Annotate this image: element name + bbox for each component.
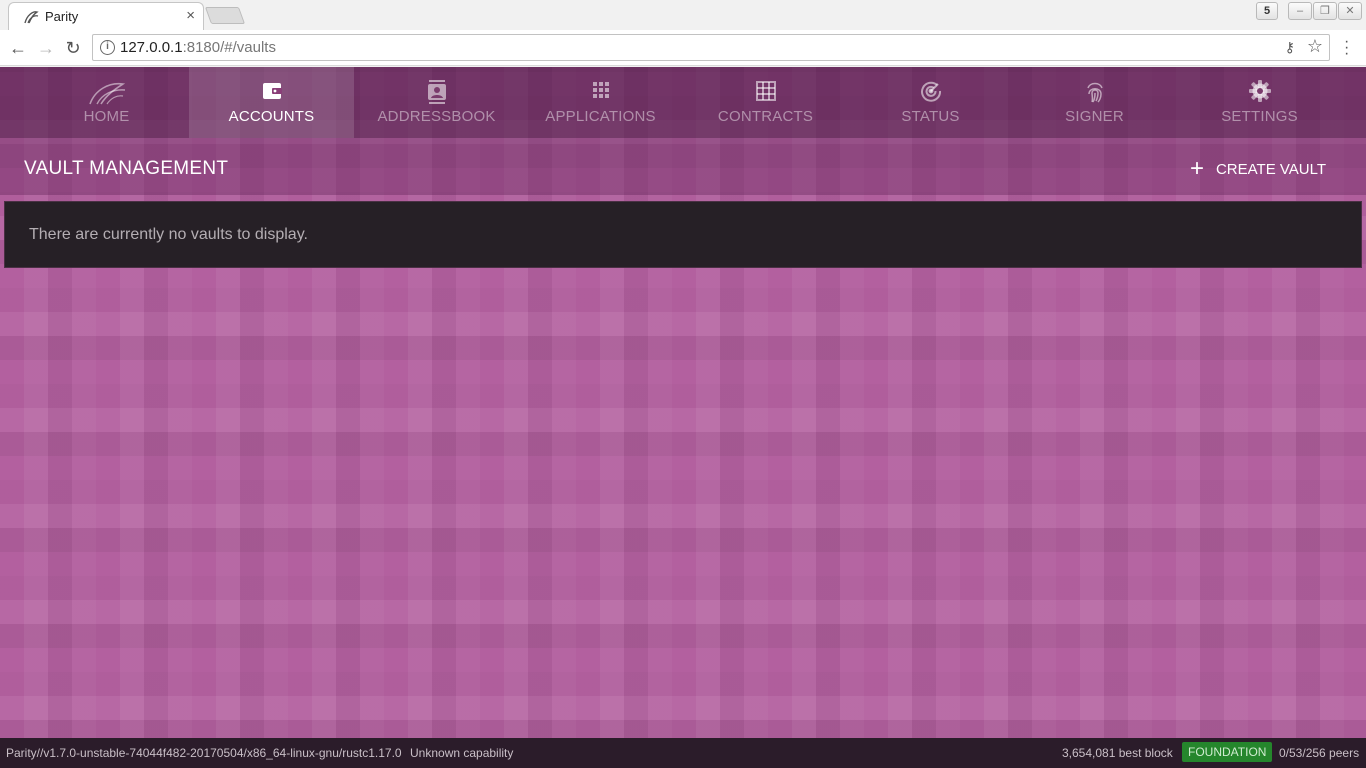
- peers-text: 0/53/256 peers: [1279, 746, 1360, 760]
- nav-label: SIGNER: [1065, 108, 1124, 125]
- wallet-icon: [262, 83, 282, 99]
- tab-title: Parity: [45, 9, 79, 24]
- fingerprint-icon: [1086, 82, 1103, 103]
- create-vault-label: CREATE VAULT: [1215, 160, 1326, 178]
- new-tab-button[interactable]: [204, 7, 246, 24]
- capability-text: Unknown capability: [410, 746, 514, 760]
- url-host: 127.0.0.1: [120, 39, 183, 56]
- browser-menu-icon[interactable]: · · ·: [1344, 34, 1349, 62]
- best-block-text: 3,654,081 best block: [1062, 746, 1173, 760]
- top-navigation: HOME ACCOUNTS ADDRESSBOOK APPLICATIONS C…: [0, 67, 1366, 138]
- parity-favicon-icon: [24, 11, 39, 24]
- info-icon[interactable]: i: [100, 40, 115, 55]
- page-title: VAULT MANAGEMENT: [24, 158, 229, 179]
- nav-applications[interactable]: APPLICATIONS: [518, 67, 683, 138]
- gear-icon: [1248, 80, 1271, 102]
- maximize-button[interactable]: ❐: [1313, 2, 1337, 20]
- status-bar: Parity//v1.7.0-unstable-74044f482-201705…: [0, 738, 1366, 768]
- reload-icon[interactable]: ↻: [63, 38, 83, 58]
- table-grid-icon: [755, 81, 776, 101]
- create-vault-button[interactable]: + CREATE VAULT: [1189, 155, 1326, 182]
- nav-contracts[interactable]: CONTRACTS: [683, 67, 848, 138]
- bookmark-star-icon[interactable]: ☆: [1307, 36, 1323, 57]
- url-path: :8180/#/vaults: [182, 39, 276, 56]
- nav-label: CONTRACTS: [717, 108, 814, 125]
- browser-tab[interactable]: Parity ×: [8, 2, 204, 30]
- empty-message: There are currently no vaults to display…: [29, 226, 308, 243]
- nav-label: STATUS: [901, 108, 960, 125]
- close-window-button[interactable]: ✕: [1338, 2, 1362, 20]
- nav-label: APPLICATIONS: [545, 108, 656, 125]
- parity-page: HOME ACCOUNTS ADDRESSBOOK APPLICATIONS C…: [0, 67, 1366, 768]
- tab-close-icon[interactable]: ×: [186, 7, 195, 25]
- nav-settings[interactable]: SETTINGS: [1177, 67, 1342, 138]
- nav-label: ADDRESSBOOK: [377, 108, 496, 125]
- nav-accounts[interactable]: ACCOUNTS: [189, 67, 354, 138]
- plus-icon: +: [1189, 155, 1204, 182]
- contact-card-icon: [427, 80, 446, 104]
- browser-toolbar: ← → ↻ i 127.0.0.1:8180/#/vaults ⚷ ☆ · · ·: [0, 30, 1366, 66]
- nav-status[interactable]: STATUS: [848, 67, 1013, 138]
- nav-label: SETTINGS: [1221, 108, 1298, 125]
- address-bar[interactable]: i 127.0.0.1:8180/#/vaults ⚷ ☆: [92, 34, 1330, 61]
- nav-signer[interactable]: SIGNER: [1012, 67, 1177, 138]
- forward-arrow-icon[interactable]: →: [36, 38, 56, 58]
- back-arrow-icon[interactable]: ←: [8, 38, 28, 58]
- radar-icon: [920, 81, 941, 102]
- url-text[interactable]: 127.0.0.1:8180/#/vaults: [120, 39, 276, 56]
- nav-label: HOME: [83, 108, 130, 125]
- minimize-button[interactable]: –: [1288, 2, 1312, 20]
- nav-home[interactable]: HOME: [24, 67, 189, 138]
- nav-addressbook[interactable]: ADDRESSBOOK: [354, 67, 519, 138]
- profile-badge[interactable]: 5: [1256, 2, 1278, 20]
- parity-logo-icon: [88, 82, 125, 105]
- grid-dots-icon: [592, 82, 609, 98]
- nav-label: ACCOUNTS: [228, 108, 315, 125]
- version-text: Parity//v1.7.0-unstable-74044f482-201705…: [6, 746, 402, 760]
- key-icon[interactable]: ⚷: [1285, 39, 1295, 56]
- empty-vaults-panel: There are currently no vaults to display…: [4, 201, 1362, 268]
- chain-badge: FOUNDATION: [1182, 742, 1273, 762]
- tab-strip: Parity × 5 – ❐ ✕: [0, 0, 1366, 30]
- page-header: VAULT MANAGEMENT + CREATE VAULT: [0, 138, 1366, 195]
